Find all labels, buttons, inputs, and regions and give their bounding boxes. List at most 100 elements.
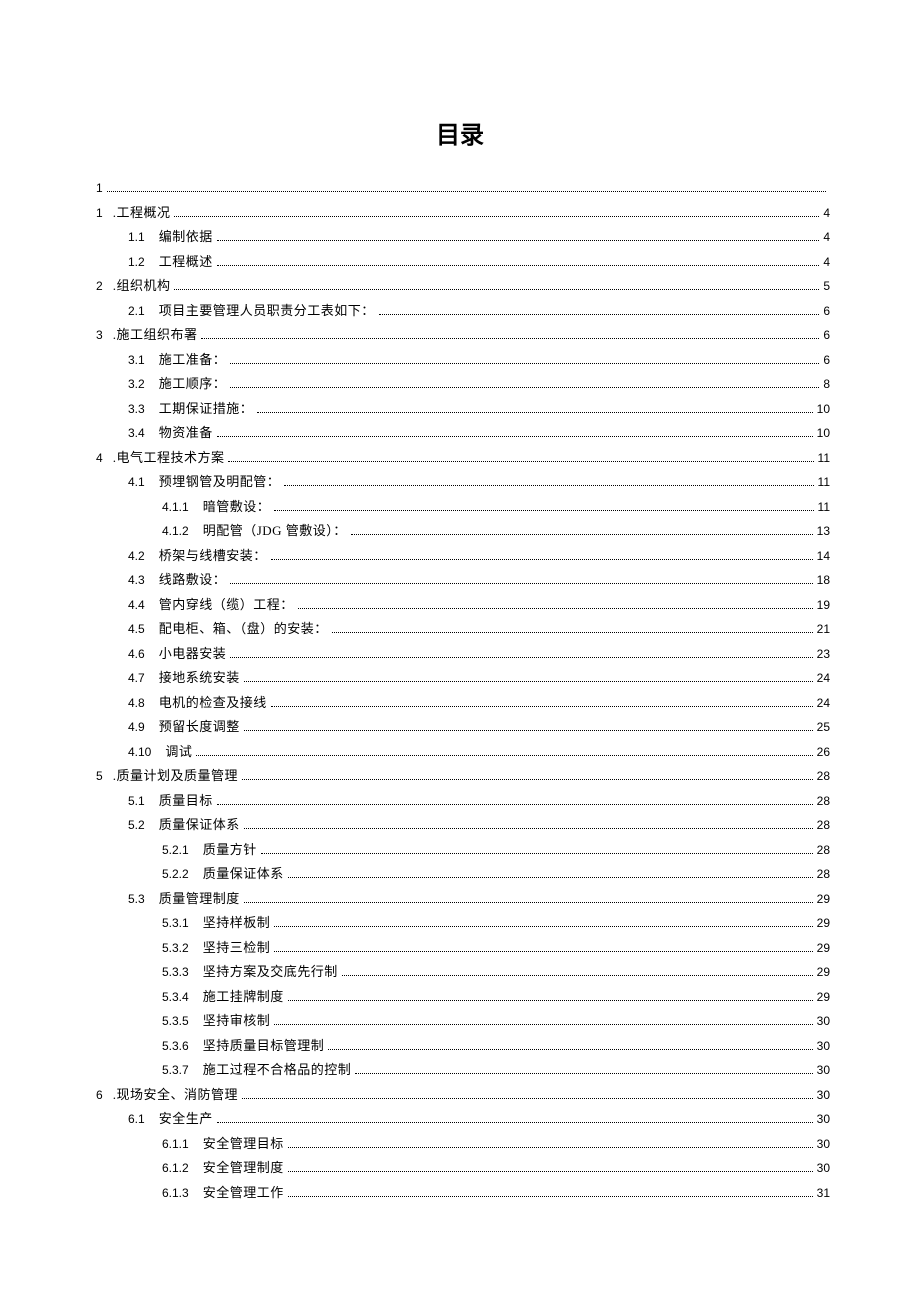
toc-label: 施工挂牌制度: [203, 985, 284, 1010]
toc-label: 坚持三检制: [203, 936, 271, 961]
toc-leader-dots: [217, 1122, 813, 1123]
toc-page-number: 4: [823, 201, 830, 226]
toc-leader-dots: [261, 853, 813, 854]
toc-page-number: 28: [817, 813, 830, 838]
toc-entry: 4.7接地系统安装24: [90, 666, 830, 691]
toc-page-number: 24: [817, 666, 830, 691]
toc-label: 预埋钢管及明配管：: [159, 470, 281, 495]
toc-leader-dots: [355, 1073, 812, 1074]
toc-label: 调试: [165, 740, 192, 765]
toc-leader-dots: [174, 216, 819, 217]
toc-label: 施工顺序：: [159, 372, 227, 397]
toc-page-number: 11: [818, 446, 830, 471]
toc-label: 线路敷设：: [159, 568, 227, 593]
toc-leader-dots: [242, 1098, 813, 1099]
toc-leader-dots: [107, 191, 826, 192]
toc-entry: 5.2质量保证体系28: [90, 813, 830, 838]
toc-entry: 4.4管内穿线（缆）工程：19: [90, 593, 830, 618]
toc-page-number: 29: [817, 985, 830, 1010]
toc-leader-dots: [244, 681, 813, 682]
toc-leader-dots: [230, 363, 819, 364]
toc-entry: 5.3.1坚持样板制29: [90, 911, 830, 936]
toc-label: 坚持方案及交底先行制: [203, 960, 338, 985]
toc-leader-dots: [288, 1147, 813, 1148]
toc-number: 5.3.2: [162, 936, 203, 961]
toc-number: 5.3.3: [162, 960, 203, 985]
toc-page-number: 28: [817, 838, 830, 863]
toc-leader-dots: [174, 289, 819, 290]
toc-leader-dots: [274, 1024, 812, 1025]
toc-page-number: 30: [817, 1132, 830, 1157]
toc-page-number: 4: [823, 250, 830, 275]
toc-label: 工程概述: [159, 250, 213, 275]
toc-entry: 5.3.6坚持质量目标管理制30: [90, 1034, 830, 1059]
toc-entry: 1: [90, 176, 830, 201]
toc-page-number: 6: [823, 323, 830, 348]
toc-label: 安全管理工作: [203, 1181, 284, 1206]
toc-number: 5.1: [128, 789, 159, 814]
toc-entry: 5.2.2质量保证体系28: [90, 862, 830, 887]
toc-number: 4.8: [128, 691, 159, 716]
toc-entry: 5.3.2坚持三检制29: [90, 936, 830, 961]
toc-page-number: 24: [817, 691, 830, 716]
toc-page-number: 23: [817, 642, 830, 667]
toc-number: 4.1.1: [162, 495, 203, 520]
toc-page-number: 6: [823, 299, 830, 324]
toc-leader-dots: [274, 926, 812, 927]
toc-label: 安全管理制度: [203, 1156, 284, 1181]
toc-number: 4.6: [128, 642, 159, 667]
toc-number: 5.3.6: [162, 1034, 203, 1059]
toc-number: 4.3: [128, 568, 159, 593]
toc-page-number: 18: [817, 568, 830, 593]
toc-page-number: 5: [823, 274, 830, 299]
toc-entry: 6.1.3安全管理工作31: [90, 1181, 830, 1206]
toc-number: 4.4: [128, 593, 159, 618]
toc-leader-dots: [230, 387, 819, 388]
toc-number: 2.1: [128, 299, 159, 324]
toc-page-number: 28: [817, 862, 830, 887]
toc-entry: 5.3.7施工过程不合格品的控制30: [90, 1058, 830, 1083]
toc-leader-dots: [332, 632, 813, 633]
toc-leader-dots: [288, 1196, 813, 1197]
toc-number: 3.1: [128, 348, 159, 373]
page-title: 目录: [90, 115, 830, 150]
toc-leader-dots: [351, 534, 813, 535]
toc-entry: 3.施工组织布署6: [90, 323, 830, 348]
toc-page-number: 25: [817, 715, 830, 740]
toc-leader-dots: [217, 240, 820, 241]
toc-label: 电机的检查及接线: [159, 691, 267, 716]
toc-label: 质量保证体系: [159, 813, 240, 838]
toc-number: 6.1.3: [162, 1181, 203, 1206]
toc-page-number: 10: [817, 397, 830, 422]
toc-entry: 4.3线路敷设： 18: [90, 568, 830, 593]
toc-label: 桥架与线槽安装：: [159, 544, 267, 569]
toc-label: 物资准备: [159, 421, 213, 446]
toc-page-number: 13: [817, 519, 830, 544]
toc-number: 2: [96, 274, 113, 299]
toc-entry: 6.现场安全、消防管理30: [90, 1083, 830, 1108]
toc-page-number: 30: [817, 1034, 830, 1059]
toc-leader-dots: [288, 877, 813, 878]
toc-entry: 3.4物资准备10: [90, 421, 830, 446]
toc-label: 项目主要管理人员职责分工表如下：: [159, 299, 375, 324]
toc-entry: 4.1预埋钢管及明配管：11: [90, 470, 830, 495]
toc-number: 4.1: [128, 470, 159, 495]
toc-label: .现场安全、消防管理: [113, 1083, 238, 1108]
toc-number: 4.10: [128, 740, 165, 765]
toc-page-number: 30: [817, 1083, 830, 1108]
toc-label: 安全管理目标: [203, 1132, 284, 1157]
toc-leader-dots: [244, 902, 813, 903]
toc-number: 3.4: [128, 421, 159, 446]
toc-number: 3: [96, 323, 113, 348]
toc-leader-dots: [328, 1049, 812, 1050]
toc-number: 3.3: [128, 397, 159, 422]
toc-page-number: 29: [817, 911, 830, 936]
toc-label: 质量管理制度: [159, 887, 240, 912]
toc-entry: 1.2工程概述4: [90, 250, 830, 275]
toc-page-number: 26: [817, 740, 830, 765]
toc-leader-dots: [274, 510, 813, 511]
toc-leader-dots: [217, 436, 813, 437]
toc-leader-dots: [196, 755, 812, 756]
toc-number: 4.7: [128, 666, 159, 691]
toc-page-number: 4: [823, 225, 830, 250]
